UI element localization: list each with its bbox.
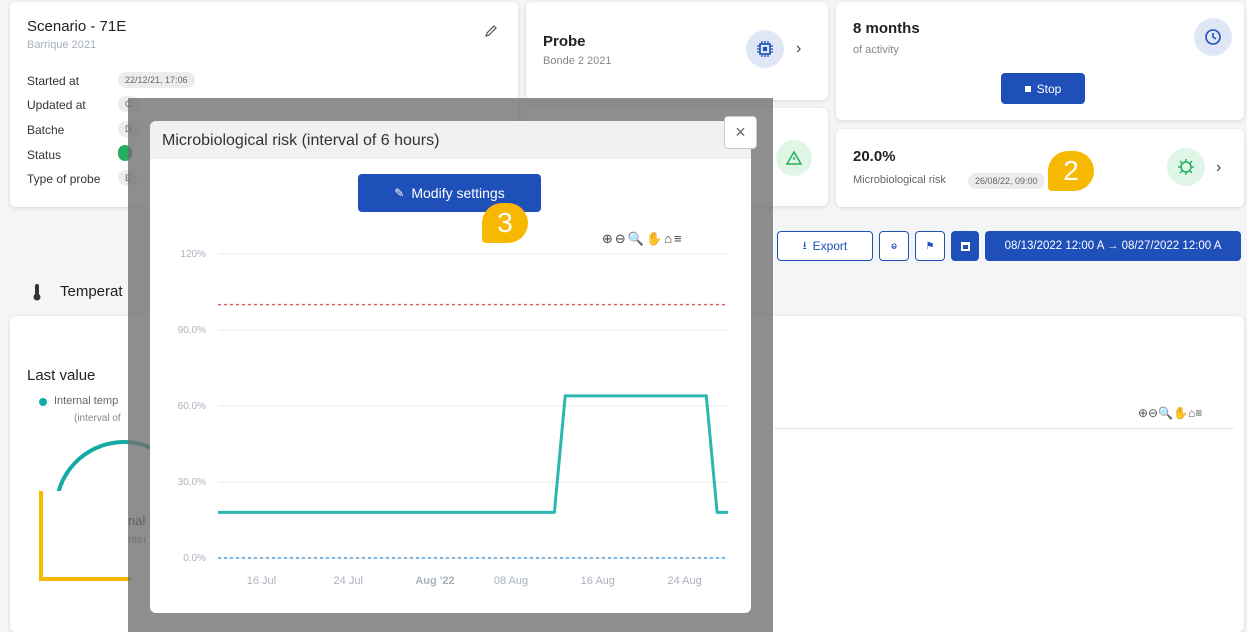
row-batche-label: Batche (27, 123, 65, 137)
risk-card[interactable]: 20.0% Microbiological risk 26/08/22, 09:… (836, 129, 1244, 207)
row-updated-label: Updated at (27, 98, 86, 112)
callout-badge-2: 2 (1048, 151, 1094, 191)
thermometer-icon (32, 283, 42, 301)
risk-value: 20.0% (853, 148, 896, 165)
activity-title: 8 months (853, 20, 920, 37)
highlight-frame (39, 491, 131, 581)
close-icon: × (735, 122, 746, 142)
scenario-subtitle: Barrique 2021 (27, 39, 97, 51)
row-started-label: Started at (27, 74, 80, 88)
temperature-title: Temperat (60, 283, 123, 300)
calendar-icon (960, 241, 970, 251)
x-tick-label: 24 Jul (334, 575, 363, 587)
chip-icon (746, 30, 784, 68)
callout-badge-3: 3 (482, 203, 528, 243)
probe-card[interactable]: Probe Bonde 2 2021 › (526, 2, 828, 100)
risk-series-line (218, 394, 728, 514)
chart-zoom-tools[interactable]: ⊕⊖🔍✋⌂≡ (1138, 406, 1202, 420)
y-tick-label: 90.0% (178, 325, 206, 336)
y-tick-label: 120% (180, 249, 206, 260)
x-tick-label: 08 Aug (494, 575, 528, 587)
stop-button[interactable]: Stop (1001, 73, 1085, 104)
risk-label: Microbiological risk (853, 174, 946, 186)
edit-icon[interactable] (484, 24, 498, 38)
export-label: Export (812, 239, 848, 253)
flag-icon: ⚑ (925, 240, 935, 252)
row-started-value: 22/12/21, 17:06 (118, 72, 195, 88)
sensor-button[interactable]: ⱺ (879, 231, 909, 261)
flag-button[interactable]: ⚑ (915, 231, 945, 261)
row-type-label: Type of probe (27, 172, 101, 186)
risk-modal: Microbiological risk (interval of 6 hour… (150, 121, 751, 613)
x-tick-label: 16 Jul (247, 575, 276, 587)
stop-label: Stop (1036, 81, 1062, 96)
warning-icon (776, 140, 812, 176)
download-icon: ⭳ (802, 239, 807, 252)
last-value-title: Last value (27, 367, 96, 384)
export-button[interactable]: ⭳ Export (777, 231, 873, 261)
y-tick-label: 30.0% (178, 477, 206, 488)
stop-icon (1024, 85, 1031, 92)
x-tick-label: 24 Aug (667, 575, 701, 587)
x-tick-label: 16 Aug (581, 575, 615, 587)
chart-divider (774, 428, 1234, 429)
clock-icon (1194, 18, 1232, 56)
date-range-button[interactable]: 08/13/2022 12:00 A → 08/27/2022 12:00 A (985, 231, 1241, 261)
risk-chevron-icon[interactable]: › (1216, 159, 1221, 177)
x-tick-label: Aug '22 (415, 575, 454, 587)
scenario-title: Scenario - 71E (27, 18, 127, 35)
activity-subtitle: of activity (853, 44, 899, 56)
legend-label: Internal temp (54, 395, 119, 407)
probe-subtitle: Bonde 2 2021 (543, 55, 612, 67)
y-tick-label: 0.0% (183, 553, 206, 564)
sensor-icon: ⱺ (890, 240, 898, 252)
activity-card: 8 months of activity Stop (836, 2, 1244, 120)
risk-chart: 120% 90.0% 60.0% 30.0% 0.0% 16 Jul 24 Jul Aug '… (178, 249, 728, 587)
row-status-label: Status (27, 148, 62, 162)
chevron-right-icon[interactable]: › (796, 40, 801, 58)
y-tick-label: 60.0% (178, 401, 206, 412)
calendar-button[interactable] (951, 231, 979, 261)
legend-dot (39, 398, 47, 406)
probe-title: Probe (543, 33, 586, 50)
legend-sub: (interval of (74, 413, 121, 424)
risk-timestamp: 26/08/22, 09:00 (968, 173, 1045, 189)
close-button[interactable]: × (724, 116, 757, 149)
microbe-icon (1167, 148, 1205, 186)
